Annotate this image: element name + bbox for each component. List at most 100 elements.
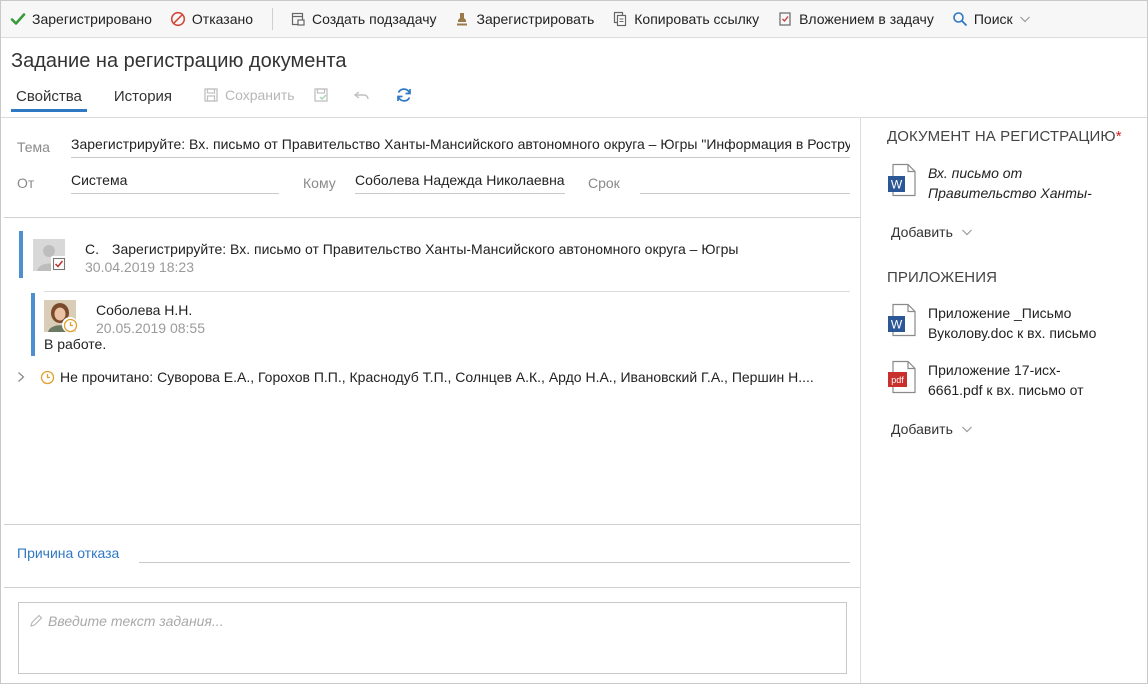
message-accent-bar bbox=[19, 231, 23, 278]
search-icon bbox=[952, 11, 968, 27]
document-title: Вх. письмо от Правительство Ханты- bbox=[928, 163, 1103, 203]
tab-history[interactable]: История bbox=[109, 82, 177, 111]
edit-toolbar: Сохранить bbox=[203, 86, 437, 104]
register-button[interactable]: Зарегистрировать bbox=[445, 1, 603, 37]
subject-label: Тема bbox=[17, 139, 50, 155]
search-label: Поиск bbox=[973, 11, 1013, 27]
required-mark: * bbox=[1115, 128, 1122, 145]
word-doc-icon: W bbox=[887, 303, 919, 337]
add-label: Добавить bbox=[891, 224, 953, 240]
task-text-placeholder: Введите текст задания... bbox=[29, 613, 224, 629]
placeholder-text: Введите текст задания... bbox=[48, 613, 224, 629]
save-icon bbox=[203, 87, 219, 103]
subject-field[interactable]: Зарегистрируйте: Вх. письмо от Правитель… bbox=[71, 136, 850, 158]
reply-author: Соболева Н.Н. bbox=[96, 302, 193, 318]
refused-button[interactable]: Отказано bbox=[161, 1, 262, 37]
unread-list: Не прочитано: Суворова Е.А., Горохов П.П… bbox=[60, 369, 814, 385]
copy-icon bbox=[612, 11, 628, 27]
document-title-line2: Правительство Ханты- bbox=[928, 185, 1092, 201]
pencil-icon bbox=[29, 614, 43, 628]
task-attachment-icon bbox=[777, 11, 793, 27]
toolbar-divider bbox=[272, 8, 274, 30]
reply-date: 20.05.2019 08:55 bbox=[96, 320, 205, 336]
subtask-icon bbox=[290, 11, 306, 27]
pdf-icon: pdf bbox=[887, 360, 919, 394]
to-field[interactable]: Соболева Надежда Николаевна bbox=[355, 172, 565, 194]
document-title-line1: Вх. письмо от bbox=[928, 165, 1023, 181]
chevron-down-icon bbox=[961, 226, 973, 238]
register-label: Зарегистрировать bbox=[476, 11, 595, 27]
chevron-down-icon bbox=[961, 423, 973, 435]
save-button[interactable]: Сохранить bbox=[203, 87, 295, 103]
registered-label: Зарегистрировано bbox=[32, 11, 152, 27]
document-heading: ДОКУМЕНТ НА РЕГИСТРАЦИЮ* bbox=[887, 128, 1122, 145]
task-text-input[interactable]: Введите текст задания... bbox=[18, 602, 847, 674]
reply-accent-bar bbox=[31, 293, 35, 356]
add-document-button[interactable]: Добавить bbox=[891, 224, 973, 240]
copy-link-button[interactable]: Копировать ссылку bbox=[603, 1, 768, 37]
reply-status: В работе. bbox=[44, 336, 107, 352]
reason-divider bbox=[4, 587, 860, 588]
clock-icon bbox=[40, 370, 55, 385]
refresh-button[interactable] bbox=[395, 86, 419, 104]
add-attachment-button[interactable]: Добавить bbox=[891, 421, 973, 437]
save-and-close-button[interactable] bbox=[313, 87, 335, 103]
registration-document[interactable]: W Вх. письмо от Правительство Ханты- bbox=[887, 163, 1103, 203]
to-label: Кому bbox=[303, 175, 336, 191]
deadline-label: Срок bbox=[588, 175, 620, 191]
copy-link-label: Копировать ссылку bbox=[634, 11, 760, 27]
reply-divider bbox=[44, 291, 850, 292]
header-divider bbox=[1, 117, 1147, 118]
create-subtask-button[interactable]: Создать подзадачу bbox=[281, 1, 445, 37]
registered-button[interactable]: Зарегистрировано bbox=[1, 1, 161, 37]
tab-properties[interactable]: Свойства bbox=[11, 82, 87, 112]
svg-text:W: W bbox=[891, 318, 903, 332]
page-title: Задание на регистрацию документа bbox=[11, 50, 347, 72]
message-text: Зарегистрируйте: Вх. письмо от Правитель… bbox=[112, 241, 739, 257]
attachment-title-line1: Приложение _Письмо bbox=[928, 305, 1072, 321]
svg-text:pdf: pdf bbox=[891, 375, 904, 385]
create-subtask-label: Создать подзадачу bbox=[312, 11, 437, 27]
undo-button[interactable] bbox=[353, 87, 377, 103]
toolbar: Зарегистрировано Отказано Создать подзад… bbox=[1, 1, 1147, 38]
undo-icon bbox=[353, 87, 371, 103]
unread-row[interactable]: Не прочитано: Суворова Е.А., Горохов П.П… bbox=[16, 369, 814, 385]
prohibited-icon bbox=[170, 11, 186, 27]
refusal-reason-label: Причина отказа bbox=[17, 545, 120, 561]
save-label: Сохранить bbox=[225, 87, 295, 103]
search-button[interactable]: Поиск bbox=[943, 1, 1040, 37]
attachment-title: Приложение 17-исх- 6661.pdf к вх. письмо… bbox=[928, 360, 1103, 400]
panel-divider bbox=[860, 117, 861, 683]
attachment-title-line2: Вуколову.doc к вх. письмо bbox=[928, 325, 1097, 341]
attachment-item[interactable]: pdf Приложение 17-исх- 6661.pdf к вх. пи… bbox=[887, 360, 1103, 400]
attachment-title-line1: Приложение 17-исх- bbox=[928, 362, 1061, 378]
clock-icon bbox=[62, 317, 78, 333]
save-close-icon bbox=[313, 87, 329, 103]
refresh-icon bbox=[395, 86, 413, 104]
svg-text:W: W bbox=[891, 178, 903, 192]
thread-divider bbox=[4, 524, 860, 525]
form-divider bbox=[4, 217, 860, 218]
attachment-title: Приложение _Письмо Вуколову.doc к вх. пи… bbox=[928, 303, 1103, 343]
word-doc-icon: W bbox=[887, 163, 919, 197]
task-check-icon bbox=[51, 256, 67, 272]
from-field[interactable]: Система bbox=[71, 172, 279, 194]
chevron-down-icon bbox=[1019, 13, 1031, 25]
add-label: Добавить bbox=[891, 421, 953, 437]
attach-to-task-label: Вложением в задачу bbox=[799, 11, 934, 27]
chevron-right-icon[interactable] bbox=[16, 371, 26, 383]
attachment-item[interactable]: W Приложение _Письмо Вуколову.doc к вх. … bbox=[887, 303, 1103, 343]
refusal-reason-field[interactable] bbox=[139, 541, 850, 563]
document-heading-text: ДОКУМЕНТ НА РЕГИСТРАЦИЮ bbox=[887, 128, 1116, 145]
message-author: С. bbox=[85, 241, 99, 257]
check-icon bbox=[10, 11, 26, 27]
attachments-heading: ПРИЛОЖЕНИЯ bbox=[887, 269, 998, 286]
from-label: От bbox=[17, 175, 35, 191]
deadline-field[interactable] bbox=[640, 172, 850, 194]
tab-bar: Свойства История bbox=[11, 82, 199, 116]
message-date: 30.04.2019 18:23 bbox=[85, 259, 194, 275]
attach-to-task-button[interactable]: Вложением в задачу bbox=[768, 1, 943, 37]
stamp-icon bbox=[454, 11, 470, 27]
refused-label: Отказано bbox=[191, 11, 254, 27]
attachment-title-line2: 6661.pdf к вх. письмо от bbox=[928, 382, 1084, 398]
